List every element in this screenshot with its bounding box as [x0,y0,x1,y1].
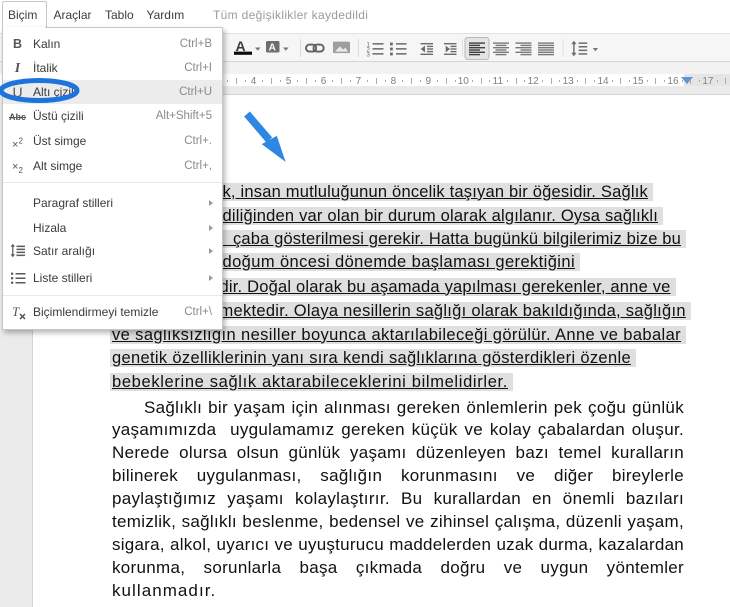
svg-text:T: T [12,304,20,319]
svg-text:A: A [269,42,276,53]
svg-text:A: A [236,38,246,54]
svg-text:3: 3 [367,52,371,58]
